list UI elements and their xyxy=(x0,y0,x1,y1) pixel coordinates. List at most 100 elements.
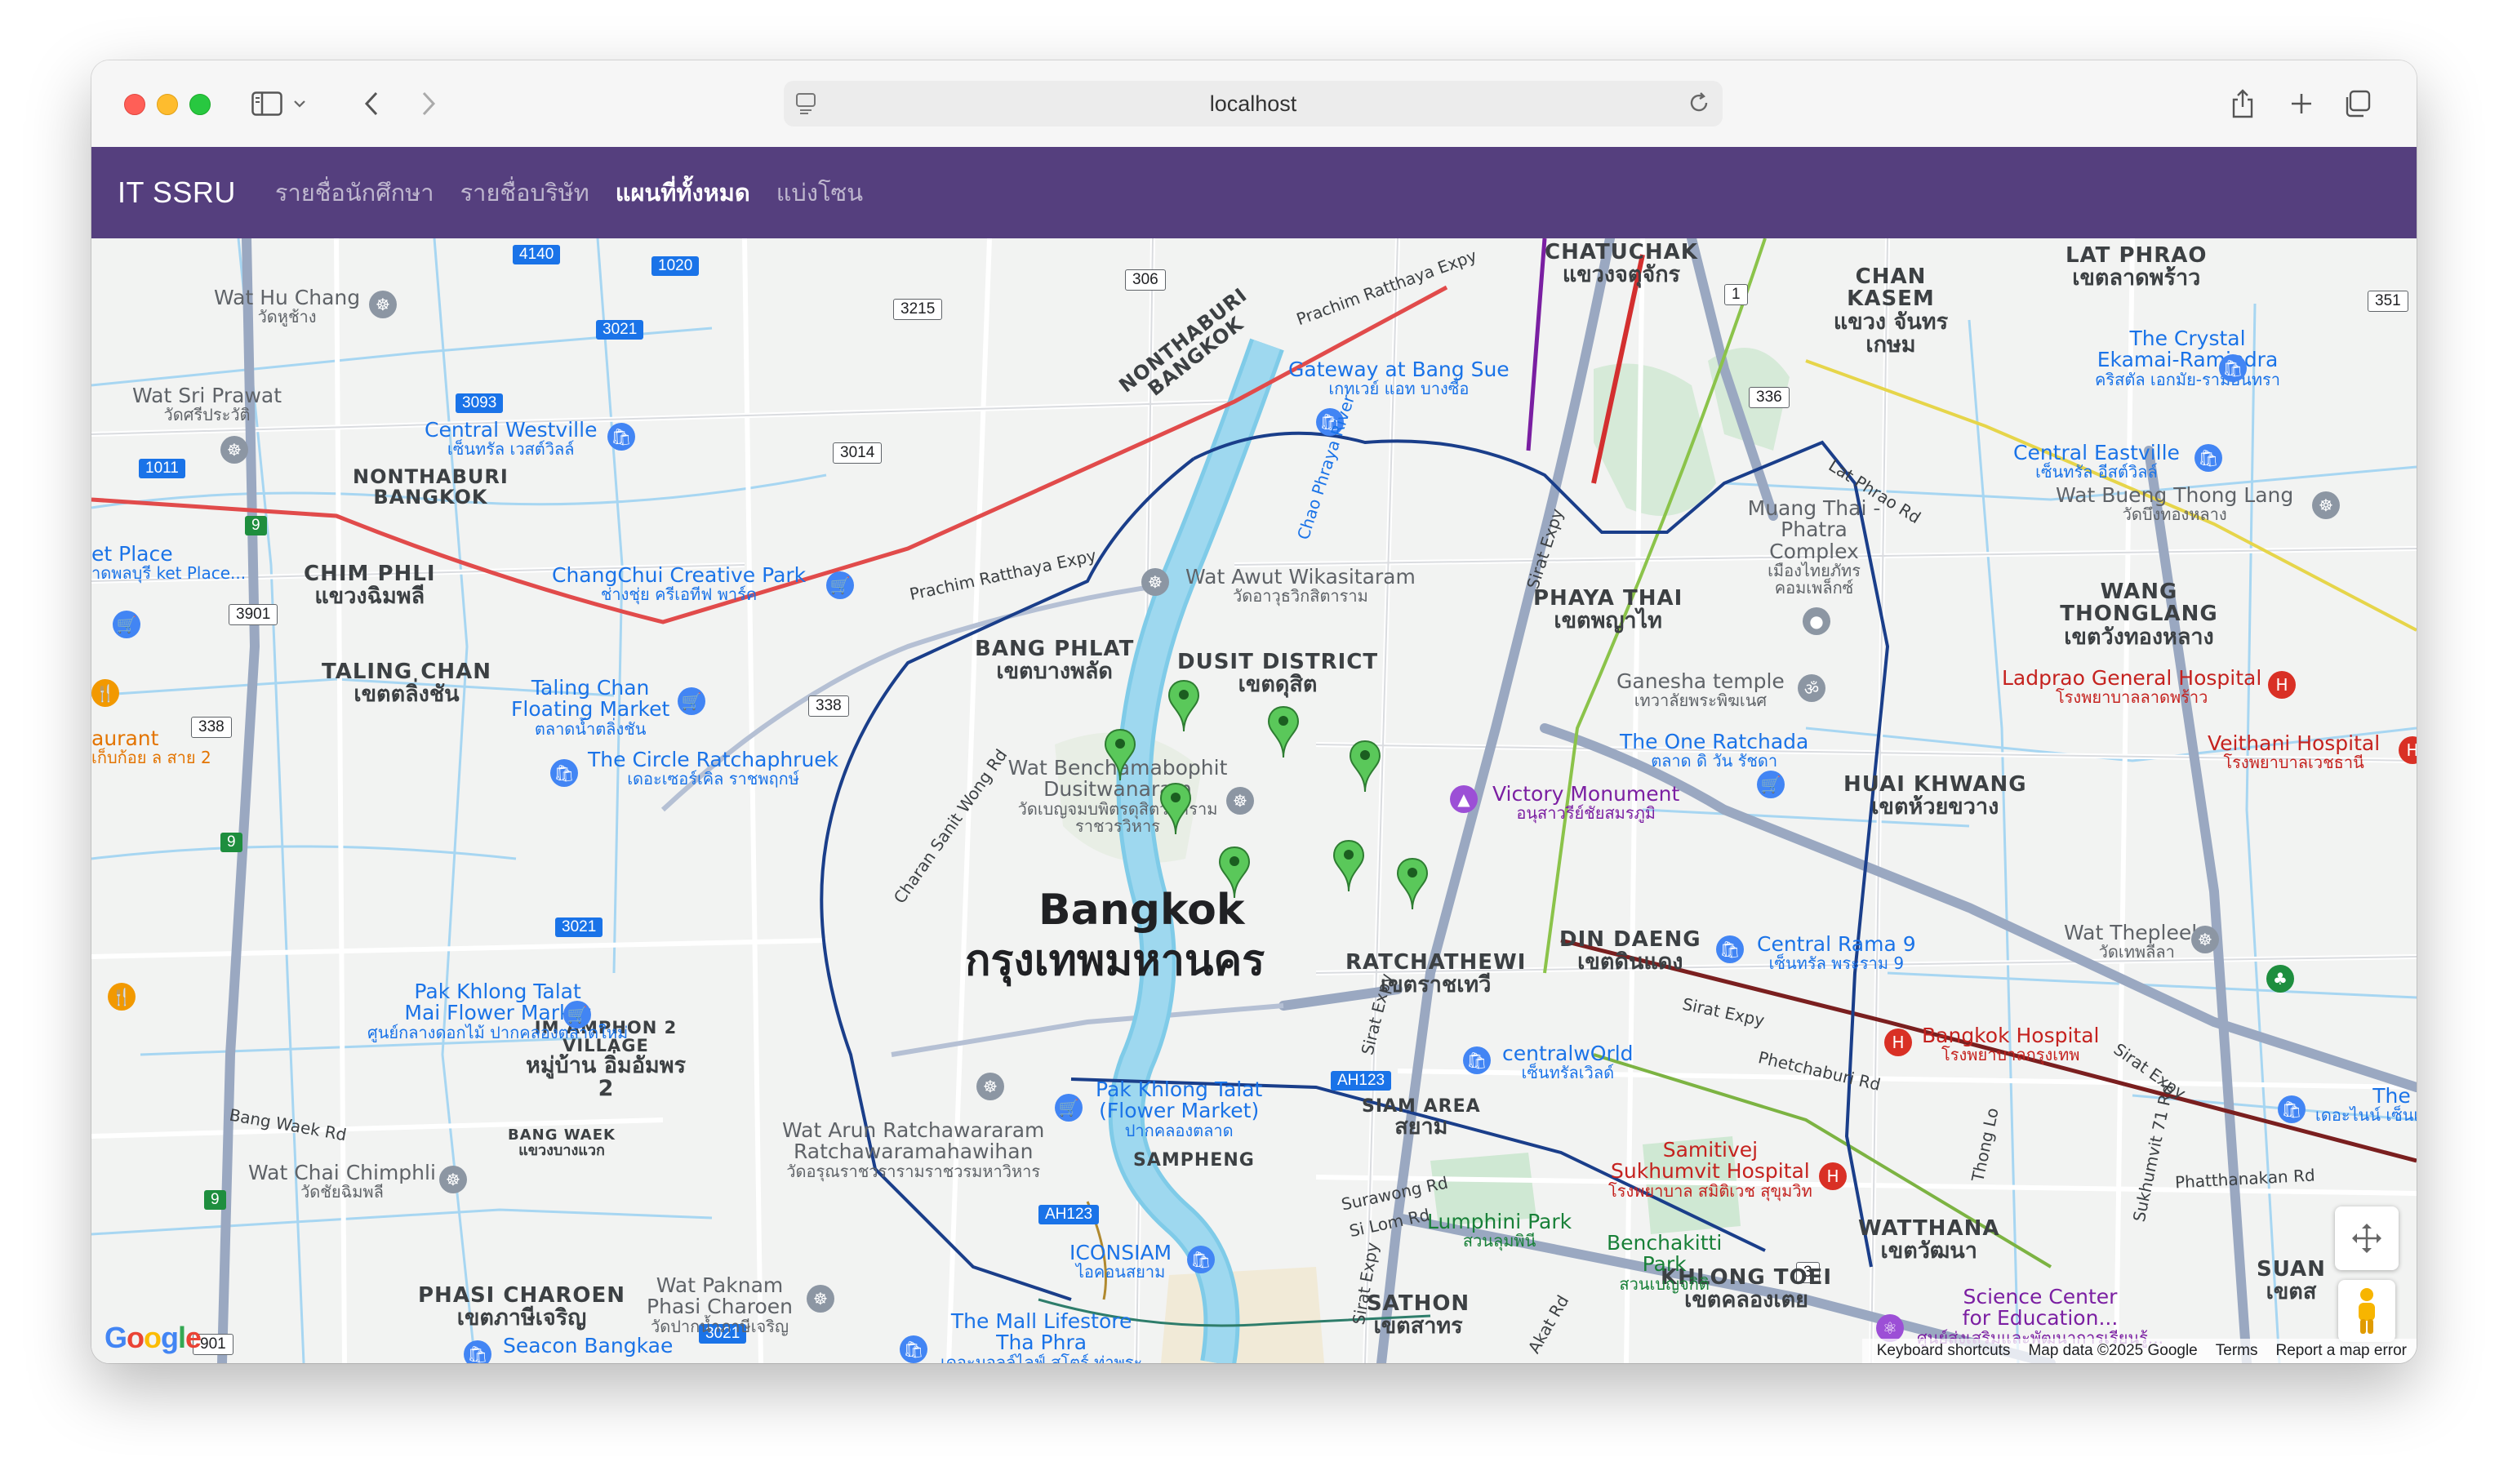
keyboard-shortcuts-link[interactable]: Keyboard shortcuts xyxy=(1877,1342,2011,1360)
hospital-icon[interactable]: H xyxy=(2268,671,2296,699)
poi-label: centralwOrld เซ็นทรัลเวิลด์ xyxy=(1502,1042,1634,1083)
shopping-icon[interactable]: 🛍 xyxy=(1716,935,1744,963)
temple-icon[interactable]: ☸ xyxy=(439,1166,467,1193)
temple-icon[interactable]: ☸ xyxy=(220,436,248,464)
shopping-icon[interactable]: 🛍 xyxy=(550,759,578,787)
park-icon[interactable]: ♣ xyxy=(2266,965,2294,993)
route-shield: 351 xyxy=(2368,291,2408,312)
monument-icon[interactable]: ▲ xyxy=(1450,785,1478,813)
district-label: SAMPHENG xyxy=(1133,1150,1255,1171)
temple-icon[interactable]: ☸ xyxy=(1141,568,1169,596)
route-shield: 4140 xyxy=(513,245,561,264)
location-marker[interactable] xyxy=(1218,846,1251,900)
poi-label: Ladprao General Hospital โรงพยาบาลลาดพร้า… xyxy=(2002,666,2262,708)
shopping-icon[interactable]: 🛍 xyxy=(2278,1095,2306,1123)
temple-icon[interactable]: ☸ xyxy=(2312,491,2340,519)
street-view-pegman[interactable] xyxy=(2338,1280,2395,1342)
poi-label: Central Eastville เซ็นทรัล อีสต์วิลล์ xyxy=(2013,441,2180,482)
brand-logo[interactable]: IT SSRU xyxy=(118,176,236,210)
google-logo[interactable]: Google xyxy=(104,1321,202,1355)
shopping-icon[interactable]: 🛍 xyxy=(607,423,635,451)
shopping-icon[interactable]: 🛍 xyxy=(2194,444,2222,472)
tab-overview-icon[interactable] xyxy=(2338,85,2376,122)
location-marker[interactable] xyxy=(1267,705,1300,759)
location-marker[interactable] xyxy=(1167,679,1200,733)
nav-link-all-maps[interactable]: แผนที่ทั้งหมด xyxy=(616,174,750,211)
nav-link-companies[interactable]: รายชื่อบริษัท xyxy=(460,174,589,211)
poi-label: Ganesha temple เทวาลัยพระพิฆเนศ xyxy=(1616,669,1785,711)
reload-icon[interactable] xyxy=(1687,91,1711,118)
shopping-icon[interactable]: 🛍 xyxy=(464,1340,491,1363)
science-center-icon[interactable]: ⚛ xyxy=(1876,1314,1904,1342)
shopping-icon[interactable]: 🛒 xyxy=(1055,1094,1083,1122)
shopping-icon[interactable]: 🛍 xyxy=(2219,354,2247,382)
close-window-button[interactable] xyxy=(124,94,145,115)
poi-label: Wat Paknam Phasi Charoen วัดปากน้ำภาษีเจริ… xyxy=(647,1273,794,1336)
temple-icon[interactable]: ☸ xyxy=(369,291,397,318)
location-marker[interactable] xyxy=(1159,782,1192,836)
new-tab-icon[interactable] xyxy=(2283,85,2320,122)
shopping-icon[interactable]: 🛍 xyxy=(1463,1046,1491,1074)
route-shield: 9 xyxy=(204,1190,226,1210)
temple-icon[interactable]: ☸ xyxy=(2191,926,2219,953)
route-shield: 336 xyxy=(1749,387,1790,408)
shopping-icon[interactable]: 🛒 xyxy=(826,571,854,599)
route-shield: 3901 xyxy=(229,604,278,625)
location-marker[interactable] xyxy=(1104,728,1136,782)
district-label: CHIM PHLI แขวงฉิมพลี xyxy=(304,562,436,610)
district-label: SATHON เขตสาทร xyxy=(1367,1291,1470,1340)
app-navbar: IT SSRU รายชื่อนักศึกษา รายชื่อบริษัท แผ… xyxy=(91,147,2417,238)
page-settings-icon[interactable] xyxy=(795,92,816,118)
poi-label: aurant เก็บก้อย ล สาย 2 xyxy=(91,726,211,768)
hospital-icon[interactable]: H xyxy=(1819,1162,1847,1190)
location-marker[interactable] xyxy=(1396,857,1429,911)
temple-icon[interactable]: ॐ xyxy=(1798,674,1825,702)
district-label: WANG THONGLANG เขตวังทองหลาง xyxy=(2060,580,2218,650)
poi-label: Wat Chai Chimphli วัดชัยฉิมพลี xyxy=(248,1161,436,1202)
temple-icon[interactable]: ☸ xyxy=(976,1073,1004,1100)
poi-label: Wat Arun Ratchawararam Ratchawaramahawiha… xyxy=(782,1118,1045,1181)
building-icon[interactable]: ● xyxy=(1803,607,1830,635)
route-shield: 306 xyxy=(1125,269,1166,291)
poi-label: et Place าดพลบุรี ket Place... xyxy=(91,542,247,584)
shopping-icon[interactable]: 🛒 xyxy=(113,611,140,638)
nav-link-zones[interactable]: แบ่งโซน xyxy=(776,174,863,211)
google-map[interactable]: 4140 1020 306 3215 3021 3093 3014 1011 9… xyxy=(91,238,2417,1363)
sidebar-toggle-icon[interactable] xyxy=(248,85,286,122)
back-arrow-icon[interactable] xyxy=(353,85,390,122)
report-map-error-link[interactable]: Report a map error xyxy=(2275,1342,2407,1360)
fullscreen-icon xyxy=(2352,1224,2381,1253)
location-marker[interactable] xyxy=(1332,839,1365,893)
minimize-window-button[interactable] xyxy=(157,94,178,115)
location-marker[interactable] xyxy=(1349,740,1381,793)
fullscreen-button[interactable] xyxy=(2335,1206,2399,1270)
district-label: SIAM AREA สยาม xyxy=(1362,1096,1481,1140)
nav-link-students[interactable]: รายชื่อนักศึกษา xyxy=(275,174,434,211)
share-icon[interactable] xyxy=(2224,85,2261,122)
terms-link[interactable]: Terms xyxy=(2216,1342,2258,1360)
poi-label: Wat Bueng Thong Lang วัดบึงทองหลาง xyxy=(2056,483,2294,525)
zoom-window-button[interactable] xyxy=(189,94,211,115)
poi-label: Gateway at Bang Sue เกทเวย์ แอท บางซื่อ xyxy=(1288,358,1510,399)
shopping-icon[interactable]: 🛒 xyxy=(678,687,705,715)
address-bar[interactable]: localhost xyxy=(784,81,1723,127)
hospital-icon[interactable]: H xyxy=(1884,1029,1912,1056)
temple-icon[interactable]: ☸ xyxy=(1226,787,1254,815)
poi-label: The Nineเดอะไนน์ เซ็นเตอร์ พระราม9 xyxy=(2315,1084,2417,1126)
poi-label: The Crystal Ekamai-Ramindra คริสตัล เอกมัย… xyxy=(2095,327,2281,389)
poi-label: Wat Awut Wikasitaram วัดอาวุธวิกสิตาราม xyxy=(1185,565,1416,606)
temple-icon[interactable]: ☸ xyxy=(807,1285,834,1313)
forward-arrow-icon[interactable] xyxy=(410,85,447,122)
url-text: localhost xyxy=(1209,91,1297,116)
district-label: BANG WAEK แขวงบางแวก xyxy=(508,1126,616,1159)
chevron-down-icon[interactable] xyxy=(287,85,312,122)
district-label: PHASI CHAROEN เขตภาษีเจริญ xyxy=(418,1283,625,1331)
shopping-icon[interactable]: 🛍 xyxy=(900,1335,927,1363)
restaurant-icon[interactable]: 🍴 xyxy=(91,679,119,707)
shopping-icon[interactable]: 🛒 xyxy=(1757,771,1785,798)
shopping-icon[interactable]: 🛒 xyxy=(563,1001,591,1029)
district-label: CHATUCHAK แขวงจตุจักร xyxy=(1545,240,1698,288)
restaurant-icon[interactable]: 🍴 xyxy=(108,983,136,1011)
pegman-icon xyxy=(2359,1288,2375,1334)
shopping-icon[interactable]: 🛍 xyxy=(1187,1246,1215,1273)
